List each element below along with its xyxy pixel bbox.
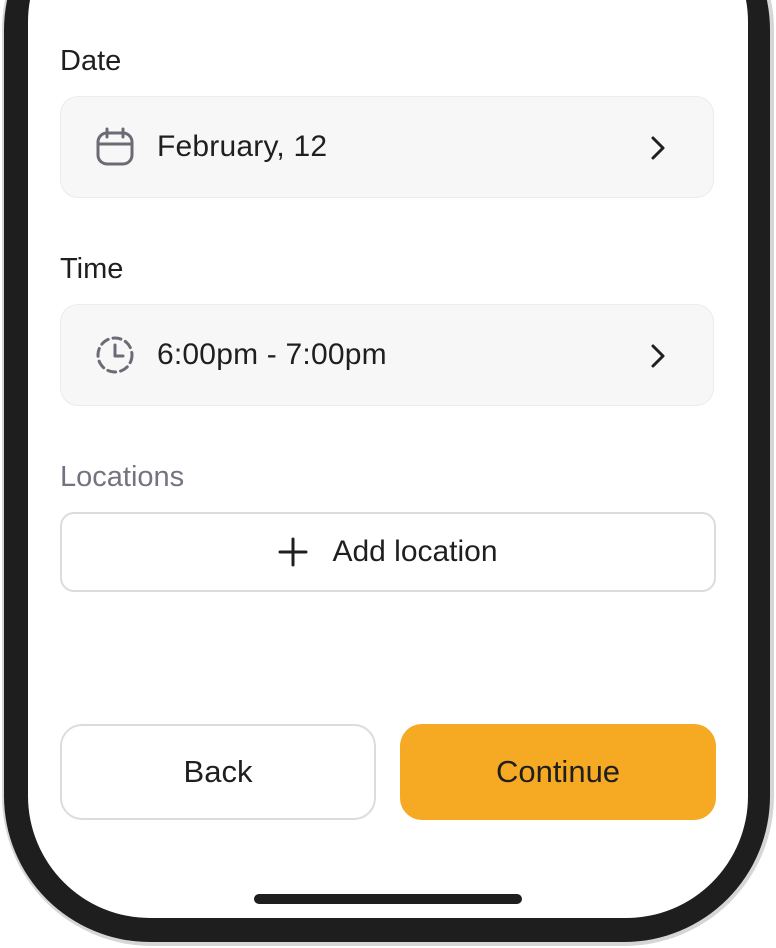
continue-button[interactable]: Continue [400,724,716,820]
back-button[interactable]: Back [60,724,376,820]
date-value: February, 12 [157,130,328,163]
locations-label: Locations [60,461,185,493]
time-picker-field[interactable]: 6:00pm - 7:00pm [60,304,714,406]
date-picker-field[interactable]: February, 12 [60,96,714,198]
add-location-label: Add location [332,535,498,568]
home-indicator [254,894,522,904]
time-value: 6:00pm - 7:00pm [157,338,387,371]
date-label: Date [60,45,122,77]
chevron-right-icon [651,136,665,160]
screen: Date February, 12 Time 6:00pm - 7:00pm L… [28,0,748,918]
chevron-right-icon [651,344,665,368]
calendar-icon [96,127,134,166]
clock-icon [96,336,134,374]
plus-icon [278,537,308,567]
schedule-form: Date February, 12 Time 6:00pm - 7:00pm L… [28,0,748,918]
add-location-button[interactable]: Add location [60,512,716,592]
time-label: Time [60,253,124,285]
